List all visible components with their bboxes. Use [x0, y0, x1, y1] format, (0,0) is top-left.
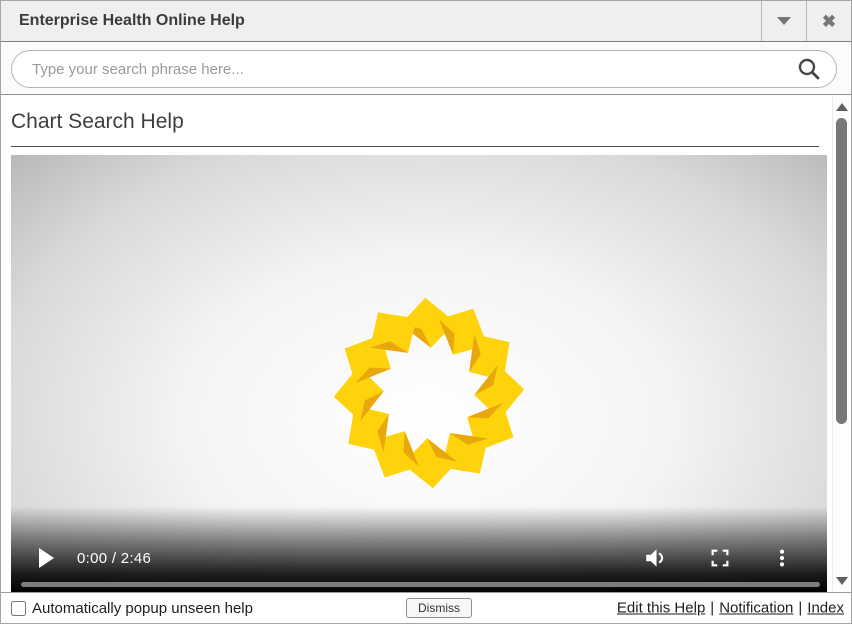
- video-controls: 0:00 / 2:46: [11, 506, 827, 594]
- volume-icon[interactable]: [643, 545, 669, 571]
- fullscreen-icon[interactable]: [709, 547, 731, 569]
- video-controls-right: [643, 545, 793, 571]
- popup-checkbox[interactable]: [11, 601, 26, 616]
- scrollbar-thumb[interactable]: [836, 118, 847, 424]
- play-icon[interactable]: [39, 548, 54, 568]
- help-content: Chart Search Help 0:00 / 2:46: [1, 95, 851, 592]
- video-progress-bar[interactable]: [21, 582, 820, 587]
- collapse-button[interactable]: [761, 1, 806, 41]
- search-pill: [11, 50, 837, 88]
- video-player[interactable]: 0:00 / 2:46: [11, 155, 827, 594]
- window-title: Enterprise Health Online Help: [1, 1, 761, 41]
- footer-links: Edit this Help|Notification|Index: [617, 600, 844, 617]
- title-bar: Enterprise Health Online Help ✖: [1, 1, 851, 42]
- scroll-up-arrow-icon[interactable]: [836, 103, 848, 111]
- edit-help-link[interactable]: Edit this Help: [617, 600, 705, 617]
- popup-checkbox-label: Automatically popup unseen help: [32, 600, 253, 617]
- search-input[interactable]: [30, 60, 796, 79]
- close-icon: ✖: [822, 13, 836, 30]
- index-link[interactable]: Index: [807, 600, 844, 617]
- video-logo-petals: [332, 296, 525, 489]
- footer-bar: Automatically popup unseen help Dismiss …: [1, 592, 851, 623]
- search-section: [1, 42, 851, 95]
- dismiss-button[interactable]: Dismiss: [406, 598, 472, 618]
- close-button[interactable]: ✖: [806, 1, 851, 41]
- page-title: Chart Search Help: [11, 109, 819, 147]
- video-time: 0:00 / 2:46: [77, 550, 151, 567]
- pinwheel-logo: [330, 294, 528, 492]
- notification-link[interactable]: Notification: [719, 600, 793, 617]
- help-dialog: Enterprise Health Online Help ✖ Chart Se…: [0, 0, 852, 624]
- search-icon[interactable]: [796, 56, 822, 82]
- scrollbar: [832, 96, 850, 591]
- kebab-menu-icon[interactable]: [771, 547, 793, 569]
- video-controls-row: 0:00 / 2:46: [11, 539, 827, 577]
- scroll-down-arrow-icon[interactable]: [836, 577, 848, 585]
- chevron-down-icon: [777, 17, 791, 25]
